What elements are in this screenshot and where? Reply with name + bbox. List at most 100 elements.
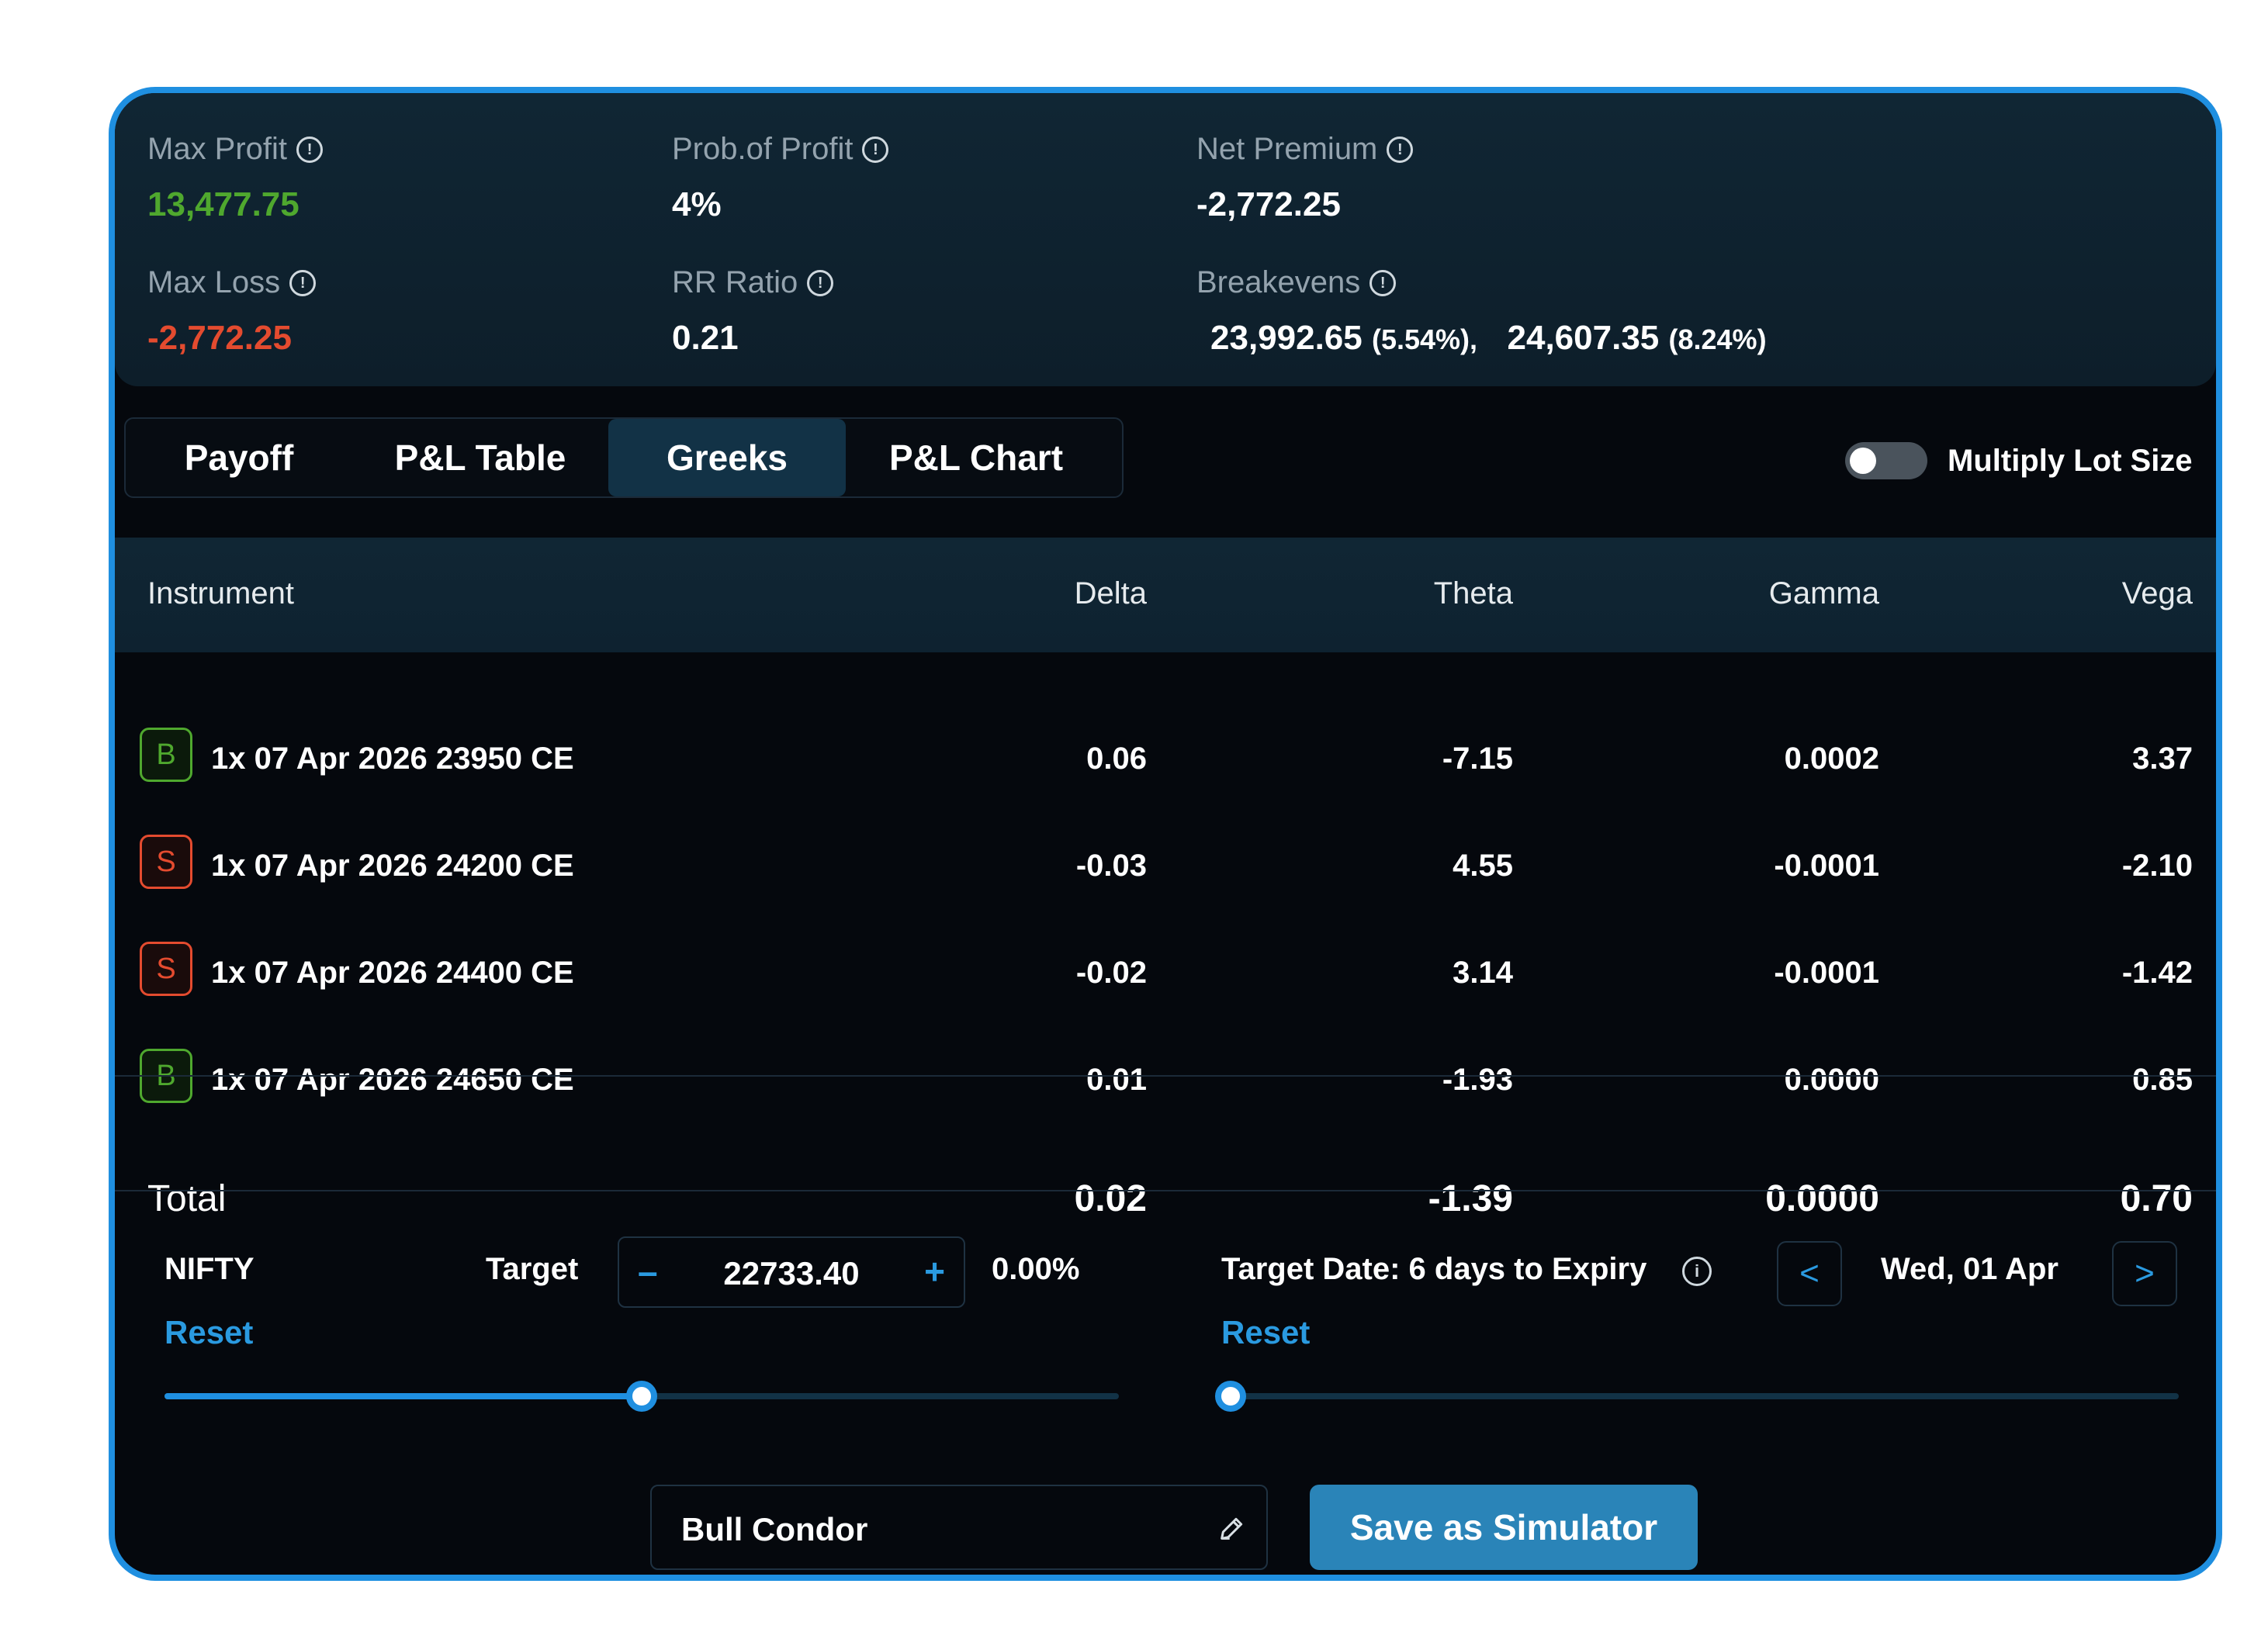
delta-value: 0.06: [1086, 742, 1147, 776]
gamma-value: 0.0002: [1784, 742, 1879, 776]
table-row: S 1x 07 Apr 2026 24400 CE -0.02 3.14 -0.…: [115, 920, 2216, 1027]
tab-payoff[interactable]: Payoff: [126, 419, 352, 496]
total-label: Total: [147, 1178, 227, 1219]
delta-value: 0.01: [1086, 1063, 1147, 1097]
header-instrument: Instrument: [147, 576, 294, 610]
instrument-name: 1x 07 Apr 2026 24650 CE: [211, 1063, 574, 1097]
tab-pnl-chart[interactable]: P&L Chart: [846, 419, 1106, 496]
multiply-lot-size-label: Multiply Lot Size: [1948, 444, 2193, 478]
info-icon[interactable]: !: [1369, 269, 1397, 296]
prev-date-button[interactable]: <: [1777, 1241, 1842, 1306]
info-icon[interactable]: !: [862, 136, 889, 163]
table-row: B 1x 07 Apr 2026 24650 CE 0.01 -1.93 0.0…: [115, 1027, 2216, 1134]
header-theta: Theta: [1433, 576, 1513, 610]
greeks-table-header: Instrument Delta Theta Gamma Vega: [115, 538, 2216, 652]
vega-value: 0.85: [2132, 1063, 2193, 1097]
instrument-name: 1x 07 Apr 2026 23950 CE: [211, 742, 574, 776]
stats-summary: Max Profit! 13,477.75 Prob.of Profit! 4%…: [115, 93, 2216, 386]
max-profit-stat: Max Profit! 13,477.75: [147, 132, 324, 224]
info-icon[interactable]: !: [296, 136, 324, 163]
header-gamma: Gamma: [1768, 576, 1879, 610]
max-loss-value: -2,772.25: [147, 319, 292, 357]
breakevens-stat: Breakevens! 23,992.65 (5.54%), 24,607.35…: [1196, 265, 1767, 358]
target-date-label: Target Date: 6 days to Expiry: [1221, 1252, 1647, 1286]
target-price-stepper[interactable]: – 22733.40 +: [618, 1236, 965, 1308]
info-icon[interactable]: !: [289, 269, 317, 296]
divider: [115, 1190, 2216, 1191]
date-slider-track[interactable]: [1220, 1393, 2179, 1399]
instrument-name: 1x 07 Apr 2026 24200 CE: [211, 849, 574, 883]
max-loss-label: Max Loss: [147, 265, 281, 299]
table-row: B 1x 07 Apr 2026 23950 CE 0.06 -7.15 0.0…: [115, 706, 2216, 813]
instrument-name: 1x 07 Apr 2026 24400 CE: [211, 956, 574, 990]
strategy-panel: Max Profit! 13,477.75 Prob.of Profit! 4%…: [109, 87, 2222, 1581]
prob-profit-label: Prob.of Profit: [672, 132, 854, 166]
total-delta: 0.02: [1074, 1178, 1147, 1219]
delta-value: -0.03: [1075, 849, 1147, 883]
target-slider-fill: [164, 1393, 642, 1399]
gamma-value: 0.0000: [1784, 1063, 1879, 1097]
date-reset-link[interactable]: Reset: [1221, 1314, 1310, 1351]
vega-value: -1.42: [2121, 956, 2193, 990]
table-row: S 1x 07 Apr 2026 24200 CE -0.03 4.55 -0.…: [115, 813, 2216, 920]
target-change-pct: 0.00%: [992, 1252, 1080, 1286]
tab-greeks[interactable]: Greeks: [608, 419, 846, 496]
theta-value: -7.15: [1442, 742, 1513, 776]
breakevens-label: Breakevens: [1196, 265, 1361, 299]
tab-pnl-table[interactable]: P&L Table: [352, 419, 608, 496]
vega-value: 3.37: [2132, 742, 2193, 776]
prob-profit-value: 4%: [672, 185, 722, 223]
rr-ratio-label: RR Ratio: [672, 265, 798, 299]
sell-badge: S: [140, 942, 192, 996]
breakeven-2: 24,607.35: [1507, 319, 1660, 357]
theta-value: 4.55: [1453, 849, 1513, 883]
max-profit-label: Max Profit: [147, 132, 288, 166]
gamma-value: -0.0001: [1774, 956, 1879, 990]
strategy-name-value: Bull Condor: [681, 1511, 868, 1547]
delta-value: -0.02: [1075, 956, 1147, 990]
breakeven-1-pct: (5.54%),: [1371, 323, 1478, 355]
next-date-button[interactable]: >: [2112, 1241, 2177, 1306]
vega-value: -2.10: [2121, 849, 2193, 883]
target-slider-thumb[interactable]: [626, 1381, 657, 1412]
info-icon[interactable]: !: [807, 269, 834, 296]
increment-button[interactable]: +: [924, 1250, 945, 1292]
strategy-name-input[interactable]: Bull Condor: [650, 1485, 1268, 1570]
header-vega: Vega: [2121, 576, 2193, 610]
symbol-label: NIFTY: [164, 1252, 255, 1286]
max-loss-stat: Max Loss! -2,772.25: [147, 265, 317, 358]
sell-badge: S: [140, 835, 192, 889]
theta-value: -1.93: [1442, 1063, 1513, 1097]
target-label: Target: [486, 1252, 579, 1286]
target-date-value: Wed, 01 Apr: [1881, 1252, 2059, 1286]
total-theta: -1.39: [1428, 1178, 1513, 1219]
save-as-simulator-button[interactable]: Save as Simulator: [1310, 1485, 1698, 1570]
total-gamma: 0.0000: [1765, 1178, 1879, 1219]
net-premium-label: Net Premium: [1196, 132, 1378, 166]
net-premium-value: -2,772.25: [1196, 185, 1341, 223]
breakeven-2-pct: (8.24%): [1668, 323, 1767, 355]
buy-badge: B: [140, 728, 192, 782]
breakevens-value: 23,992.65 (5.54%), 24,607.35 (8.24%): [1210, 319, 1767, 358]
target-reset-link[interactable]: Reset: [164, 1314, 253, 1351]
view-tabs: Payoff P&L Table Greeks P&L Chart: [124, 417, 1124, 498]
target-price-value[interactable]: 22733.40: [619, 1255, 964, 1292]
total-vega: 0.70: [2120, 1178, 2193, 1219]
net-premium-stat: Net Premium! -2,772.25: [1196, 132, 1414, 224]
header-delta: Delta: [1074, 576, 1147, 610]
total-row: Total 0.02 -1.39 0.0000 0.70: [115, 1142, 2216, 1249]
edit-pencil-icon[interactable]: [1217, 1513, 1248, 1544]
info-icon[interactable]: !: [1387, 136, 1414, 163]
rr-ratio-value: 0.21: [672, 319, 739, 357]
breakeven-1: 23,992.65: [1210, 319, 1363, 357]
rr-ratio-stat: RR Ratio! 0.21: [672, 265, 834, 358]
multiply-lot-size-toggle[interactable]: [1845, 442, 1927, 479]
max-profit-value: 13,477.75: [147, 185, 300, 223]
gamma-value: -0.0001: [1774, 849, 1879, 883]
prob-profit-stat: Prob.of Profit! 4%: [672, 132, 889, 224]
divider: [115, 1075, 2216, 1077]
toggle-knob: [1850, 448, 1876, 474]
date-slider-thumb[interactable]: [1215, 1381, 1246, 1412]
theta-value: 3.14: [1453, 956, 1513, 990]
info-icon[interactable]: i: [1682, 1257, 1712, 1286]
